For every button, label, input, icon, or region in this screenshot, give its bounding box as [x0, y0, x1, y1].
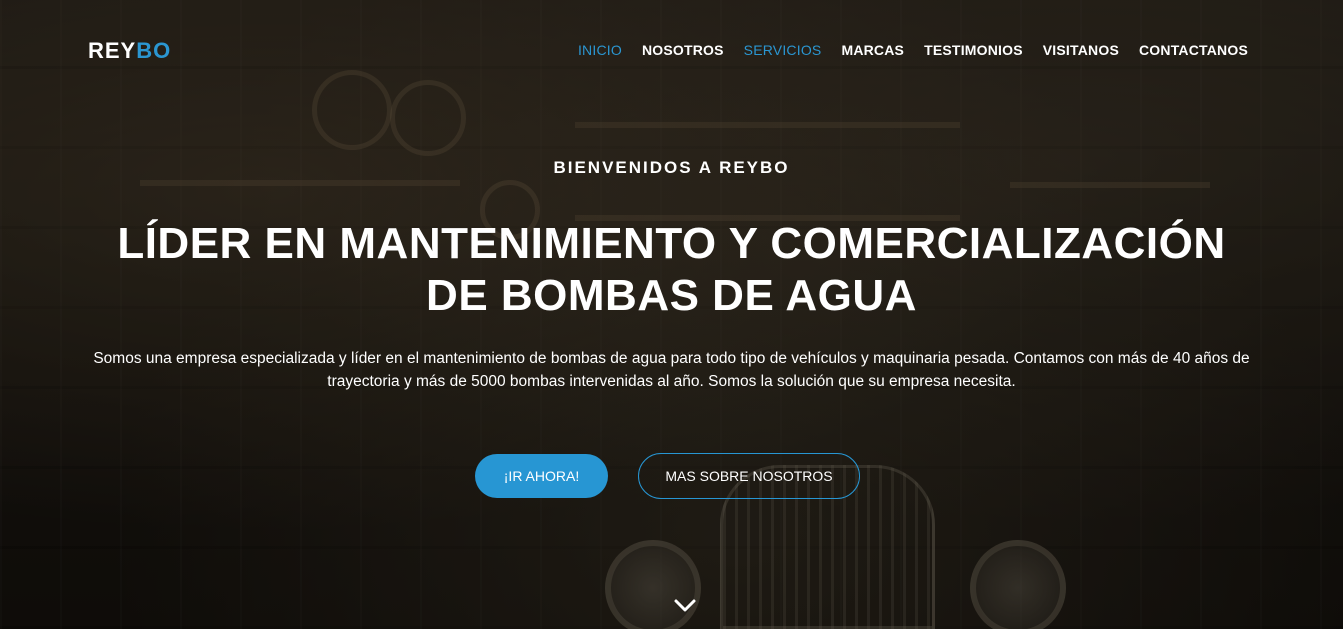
hero-headline: LÍDER EN MANTENIMIENTO Y COMERCIALIZACIÓ… — [60, 218, 1283, 322]
nav-item-contactanos[interactable]: CONTACTANOS — [1139, 42, 1248, 58]
logo-main: REY — [88, 38, 137, 63]
welcome-heading: BIENVENIDOS A REYBO — [553, 158, 790, 177]
nav-item-nosotros[interactable]: NOSOTROS — [642, 42, 724, 58]
hero-headline-line1: LÍDER EN MANTENIMIENTO Y COMERCIALIZACIÓ… — [117, 219, 1226, 268]
about-us-button[interactable]: MAS SOBRE NOSOTROS — [638, 453, 860, 499]
hero-description: Somos una empresa especializada y líder … — [93, 350, 1250, 390]
site-header: REYBO INICIO NOSOTROS SERVICIOS MARCAS T… — [0, 0, 1343, 100]
main-nav: INICIO NOSOTROS SERVICIOS MARCAS TESTIMO… — [578, 42, 1248, 58]
nav-item-inicio[interactable]: INICIO — [578, 42, 622, 58]
logo-accent: BO — [136, 38, 172, 63]
nav-item-servicios[interactable]: SERVICIOS — [744, 42, 822, 58]
chevron-down-icon[interactable] — [672, 596, 698, 616]
hero-headline-line2: DE BOMBAS DE AGUA — [426, 271, 917, 320]
nav-item-marcas[interactable]: MARCAS — [841, 42, 904, 58]
logo[interactable]: REYBO — [88, 38, 171, 64]
go-now-button[interactable]: ¡IR AHORA! — [475, 454, 608, 498]
nav-item-visitanos[interactable]: VISITANOS — [1043, 42, 1119, 58]
nav-item-testimonios[interactable]: TESTIMONIOS — [924, 42, 1023, 58]
